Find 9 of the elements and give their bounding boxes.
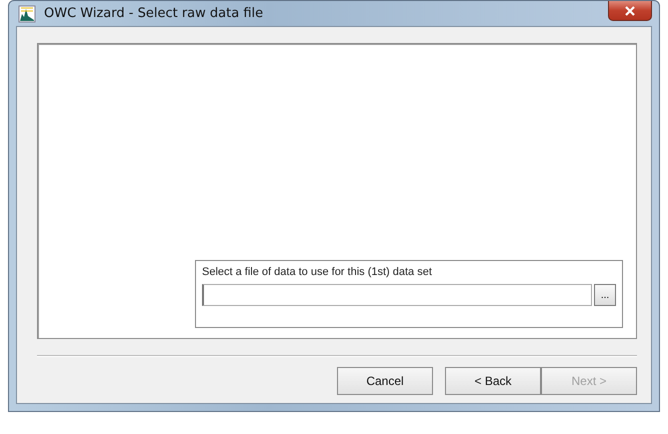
chart-icon (18, 4, 36, 22)
window-title: OWC Wizard - Select raw data file (44, 6, 264, 21)
file-prompt: Select a file of data to use for this (1st) data set (202, 266, 433, 278)
browse-button[interactable]: ... (594, 284, 616, 306)
close-button[interactable] (608, 1, 652, 21)
close-icon (625, 6, 635, 16)
wizard-button[interactable]: < Back (445, 367, 541, 395)
wizard-button[interactable]: Cancel (337, 367, 433, 395)
file-path-field[interactable] (202, 284, 592, 306)
